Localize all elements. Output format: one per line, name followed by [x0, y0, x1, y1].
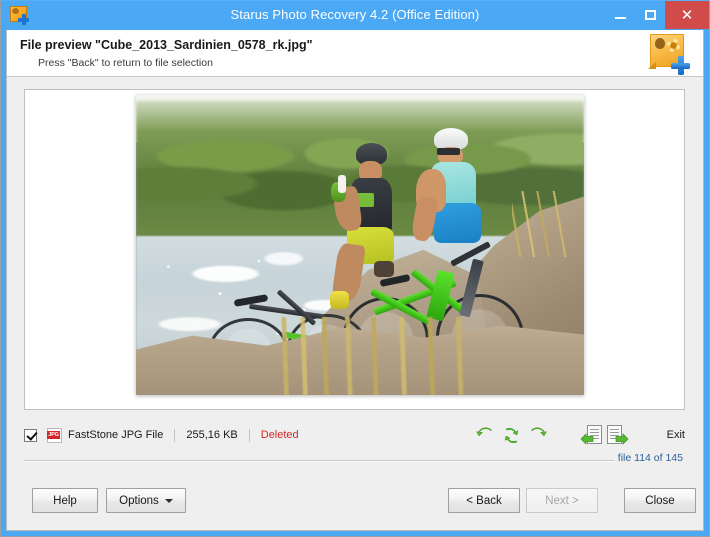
window-title: Starus Photo Recovery 4.2 (Office Editio… — [230, 7, 480, 22]
rotate-toolbar — [475, 426, 547, 445]
previous-file-icon[interactable] — [580, 424, 602, 446]
application-window: Starus Photo Recovery 4.2 (Office Editio… — [0, 0, 710, 537]
close-window-button[interactable]: ✕ — [665, 1, 709, 29]
image-preview-panel[interactable] — [24, 89, 685, 410]
file-counter-label: file 114 of 145 — [617, 452, 683, 464]
maximize-button[interactable] — [635, 1, 665, 29]
file-navigation-toolbar — [580, 424, 629, 446]
page-subtitle: Press "Back" to return to file selection — [38, 57, 213, 69]
button-bar: Help Options < Back Next > Close — [7, 480, 703, 530]
window-controls: ✕ — [605, 1, 709, 29]
preview-body: JPG FastStone JPG File 255,16 KB Deleted — [7, 77, 703, 530]
file-type-label: FastStone JPG File — [68, 429, 164, 441]
file-status-label: Deleted — [260, 429, 299, 441]
minimize-icon — [614, 17, 626, 19]
minimize-button[interactable] — [605, 1, 635, 29]
photo-plus-logo-icon — [648, 33, 690, 75]
next-file-icon[interactable] — [606, 424, 629, 446]
page-header: File preview "Cube_2013_Sardinien_0578_r… — [7, 30, 703, 77]
window-frame: Starus Photo Recovery 4.2 (Office Editio… — [1, 1, 709, 536]
next-button[interactable]: Next > — [526, 488, 598, 513]
jpg-file-icon: JPG — [47, 427, 62, 443]
close-icon: ✕ — [680, 6, 694, 24]
options-button-label: Options — [119, 494, 159, 507]
close-button[interactable]: Close — [624, 488, 696, 513]
help-button[interactable]: Help — [32, 488, 98, 513]
page-title: File preview "Cube_2013_Sardinien_0578_r… — [20, 38, 313, 52]
app-icon — [10, 6, 29, 25]
file-size-label: 255,16 KB — [186, 429, 238, 441]
rotate-right-icon[interactable] — [528, 426, 547, 445]
divider — [174, 428, 176, 442]
divider — [248, 428, 250, 442]
separator — [24, 460, 614, 462]
back-button[interactable]: < Back — [448, 488, 520, 513]
exit-link[interactable]: Exit — [667, 429, 685, 441]
client-area: File preview "Cube_2013_Sardinien_0578_r… — [6, 30, 704, 531]
chevron-down-icon — [164, 498, 173, 503]
maximize-icon — [644, 10, 656, 20]
rotate-flip-icon[interactable] — [502, 426, 521, 445]
title-bar[interactable]: Starus Photo Recovery 4.2 (Office Editio… — [1, 1, 709, 29]
file-info-row: JPG FastStone JPG File 255,16 KB Deleted — [24, 424, 685, 446]
options-button[interactable]: Options — [106, 488, 186, 513]
preview-image — [136, 95, 584, 395]
rotate-left-icon[interactable] — [475, 426, 495, 445]
select-file-checkbox[interactable] — [24, 428, 37, 442]
